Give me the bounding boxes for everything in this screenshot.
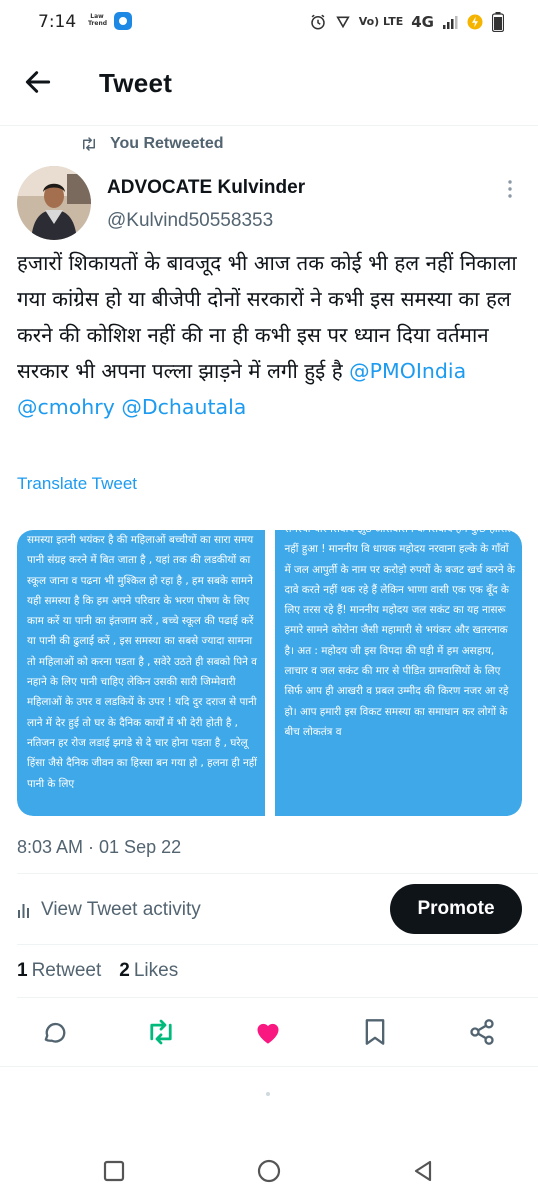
- reply-button[interactable]: [37, 1015, 71, 1049]
- back-arrow-icon[interactable]: [22, 66, 54, 98]
- media-image-2[interactable]: समस्या यार सिवाय झुठे आसवासन के सिवाय हम…: [274, 530, 522, 816]
- bookmark-button[interactable]: [358, 1015, 392, 1049]
- reply-icon: [44, 1022, 66, 1043]
- retweets-label[interactable]: Retweet: [32, 960, 102, 982]
- media-image-1-text: समस्या इतनी भयंकर है की महिलाओं बच्चीयों…: [27, 534, 257, 790]
- law-trend-app-icon: Law Trend: [88, 13, 108, 27]
- likes-label[interactable]: Likes: [134, 960, 178, 982]
- avatar[interactable]: [17, 166, 91, 240]
- top-app-bar: Tweet: [0, 46, 538, 122]
- header-divider: [0, 125, 538, 126]
- heart-filled-icon: [257, 1023, 279, 1044]
- media-image-2-text: समस्या यार सिवाय झुठे आसवासन के सिवाय हम…: [284, 530, 515, 738]
- back-nav-icon[interactable]: [410, 1158, 436, 1184]
- divider: [17, 873, 538, 874]
- divider: [17, 944, 538, 945]
- mention-dchautala[interactable]: @Dchautala: [121, 395, 246, 419]
- tweet-text: हजारों शिकायतों के बावजूद भी आज तक कोई भ…: [17, 245, 522, 425]
- battery-icon: [492, 12, 504, 32]
- retweet-button[interactable]: [144, 1015, 178, 1049]
- share-button[interactable]: [465, 1015, 499, 1049]
- retweets-count[interactable]: 1: [17, 960, 28, 982]
- retweet-small-icon: [83, 137, 95, 151]
- mention-cmohry[interactable]: @cmohry: [17, 395, 115, 419]
- cloud-app-icon: [114, 12, 132, 30]
- network-type: 4G: [411, 13, 434, 31]
- data-saver-icon: [467, 14, 483, 30]
- loading-dot: [266, 1092, 270, 1096]
- recent-apps-icon[interactable]: [101, 1158, 127, 1184]
- like-button[interactable]: [251, 1015, 285, 1049]
- tweet-media: समस्या इतनी भयंकर है की महिलाओं बच्चीयों…: [17, 530, 522, 816]
- view-tweet-activity-label: View Tweet activity: [41, 899, 201, 920]
- retweet-context: You Retweeted: [80, 134, 224, 154]
- bookmark-icon: [365, 1019, 385, 1045]
- divider: [17, 997, 538, 998]
- media-image-1[interactable]: समस्या इतनी भयंकर है की महिलाओं बच्चीयों…: [17, 530, 265, 816]
- page-title: Tweet: [99, 68, 173, 98]
- translate-tweet-link[interactable]: Translate Tweet: [17, 474, 137, 494]
- engagement-counts: 1 Retweet 2 Likes: [17, 959, 196, 983]
- retweet-context-label[interactable]: You Retweeted: [110, 135, 224, 153]
- tweet-timestamp: 8:03 AM · 01 Sep 22: [17, 837, 182, 857]
- likes-count[interactable]: 2: [119, 960, 130, 982]
- view-tweet-activity[interactable]: View Tweet activity: [17, 898, 201, 922]
- status-time: 7:14: [38, 12, 77, 32]
- divider: [0, 1066, 538, 1067]
- status-bar: 7:14 Law Trend Vo) LTE 4G: [0, 0, 538, 46]
- system-navigation-bar: [0, 1140, 538, 1200]
- author-handle[interactable]: @Kulvind50558353: [107, 210, 273, 232]
- status-indicators: Vo) LTE 4G: [309, 12, 504, 32]
- author-display-name[interactable]: ADVOCATE Kulvinder: [107, 177, 305, 199]
- home-icon[interactable]: [256, 1158, 282, 1184]
- signal-icon: [443, 16, 458, 29]
- wifi-calling-icon: [335, 16, 350, 29]
- analytics-icon: [18, 904, 29, 918]
- network-label: Vo) LTE: [358, 15, 404, 28]
- share-icon: [470, 1019, 494, 1045]
- more-options-icon[interactable]: [502, 178, 518, 200]
- alarm-icon: [310, 14, 325, 30]
- tweet-actions: [0, 1015, 538, 1049]
- promote-button[interactable]: Promote: [390, 884, 522, 934]
- mention-pmoindia[interactable]: @PMOIndia: [349, 359, 466, 383]
- retweet-icon: [150, 1019, 172, 1045]
